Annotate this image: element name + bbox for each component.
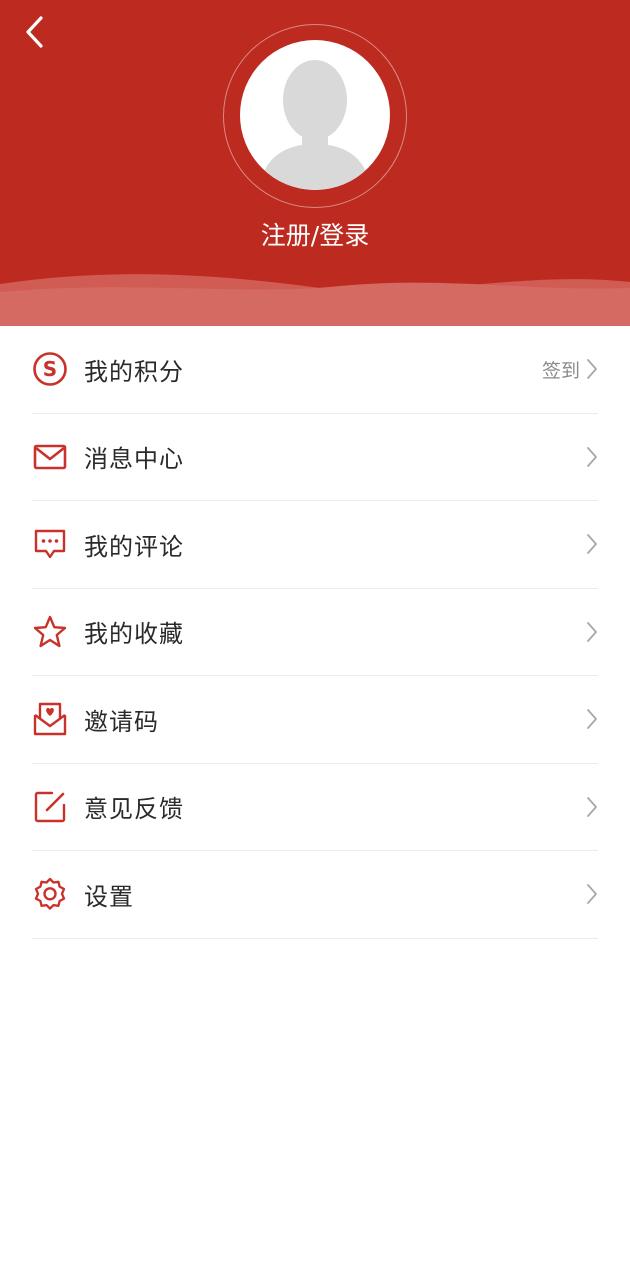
menu-item-invite-code[interactable]: 邀请码 <box>32 676 598 764</box>
menu-item-comments[interactable]: 我的评论 <box>32 501 598 589</box>
menu-item-label: 我的评论 <box>84 532 184 561</box>
default-avatar-icon <box>260 60 370 190</box>
menu-item-feedback[interactable]: 意见反馈 <box>32 764 598 851</box>
menu-item-right <box>586 851 598 938</box>
svg-text:S: S <box>43 357 57 381</box>
avatar[interactable] <box>240 40 390 190</box>
edit-feedback-icon <box>32 789 68 825</box>
menu-item-right <box>586 676 598 763</box>
menu-item-right <box>586 501 598 588</box>
profile-header: 注册/登录 <box>0 0 630 326</box>
menu-item-label: 设置 <box>84 882 134 911</box>
menu-item-label: 我的积分 <box>84 357 184 386</box>
chevron-left-icon <box>26 16 43 48</box>
menu-item-settings[interactable]: 设置 <box>32 851 598 939</box>
sign-in-link[interactable]: 签到 <box>542 356 580 383</box>
menu-item-messages[interactable]: 消息中心 <box>32 414 598 501</box>
chevron-right-icon <box>587 621 597 642</box>
menu-item-points[interactable]: S 我的积分 签到 <box>32 326 598 414</box>
star-icon <box>32 614 68 650</box>
chevron-right-icon <box>587 359 597 380</box>
chevron-right-icon <box>587 884 597 905</box>
comment-bubble-icon <box>32 526 68 562</box>
back-button[interactable] <box>14 10 54 54</box>
envelope-icon <box>32 439 68 475</box>
menu-item-label: 消息中心 <box>84 445 184 474</box>
header-wave-decoration <box>0 274 630 326</box>
menu-item-label: 意见反馈 <box>84 795 184 824</box>
menu-item-label: 我的收藏 <box>84 620 184 649</box>
chevron-right-icon <box>587 446 597 467</box>
menu-item-right <box>586 414 598 501</box>
chevron-right-icon <box>587 709 597 730</box>
chevron-right-icon <box>587 534 597 555</box>
invite-letter-icon <box>32 701 68 737</box>
profile-menu: S 我的积分 签到 消息中心 我的评论 我的收藏 邀请码 意见反馈 设置 <box>0 326 630 939</box>
points-coin-icon: S <box>32 351 68 387</box>
gear-icon <box>32 876 68 912</box>
menu-item-right: 签到 <box>542 326 598 413</box>
menu-item-right <box>586 764 598 851</box>
menu-item-right <box>586 589 598 676</box>
login-register-link[interactable]: 注册/登录 <box>0 218 630 254</box>
chevron-right-icon <box>587 796 597 817</box>
menu-item-favorites[interactable]: 我的收藏 <box>32 589 598 676</box>
menu-item-label: 邀请码 <box>84 707 159 736</box>
